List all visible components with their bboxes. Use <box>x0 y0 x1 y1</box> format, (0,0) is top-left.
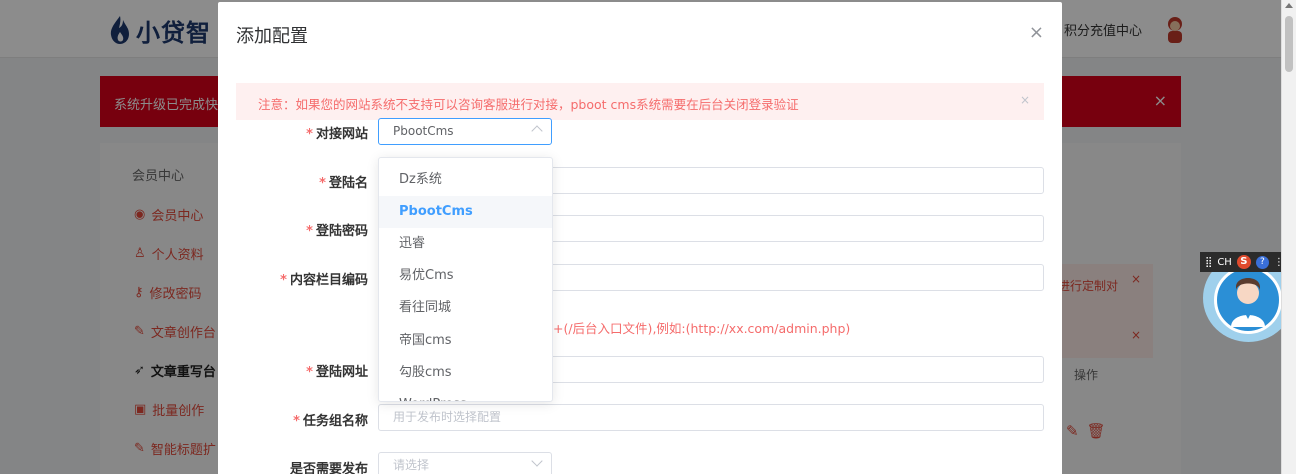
dropdown-option[interactable]: WordPress <box>379 389 552 401</box>
dialog-title: 添加配置 <box>236 26 308 47</box>
dropdown-option[interactable]: 易优Cms <box>379 260 552 292</box>
keyboard-icon: ⣿ <box>1205 256 1213 268</box>
site-select[interactable]: PbootCms <box>378 118 552 145</box>
task-group-input[interactable]: 用于发布时选择配置 <box>378 404 1044 431</box>
support-agent-icon <box>1214 266 1282 334</box>
alert-close-icon[interactable]: × <box>1020 93 1030 107</box>
dropdown-option[interactable]: 看往同城 <box>379 292 552 324</box>
help-icon[interactable]: ? <box>1255 255 1269 269</box>
agent-avatar-icon <box>1231 278 1265 327</box>
site-dropdown-menu: Dz系统 PbootCms 迅睿 易优Cms 看往同城 帝国cms 勾股cms … <box>378 157 553 402</box>
column-code-label: * 内容栏目编码 <box>280 273 368 288</box>
dropdown-option-selected[interactable]: PbootCms <box>379 196 552 228</box>
task-group-placeholder: 用于发布时选择配置 <box>393 410 502 424</box>
add-config-dialog: 添加配置 × 注意：如果您的网站系统不支持可以咨询客服进行对接，pboot cm… <box>218 2 1062 474</box>
page-scrollbar[interactable] <box>1281 0 1296 474</box>
login-password-label: * 登陆密码 <box>306 224 368 239</box>
login-url-hint: +(/后台入口文件),例如:(http://xx.com/admin.php) <box>553 321 851 336</box>
publish-placeholder: 请选择 <box>393 458 430 472</box>
dialog-close-icon[interactable]: × <box>1029 24 1044 42</box>
dropdown-option[interactable]: 帝国cms <box>379 325 552 357</box>
login-name-label: * 登陆名 <box>319 176 368 191</box>
site-select-value: PbootCms <box>393 124 454 138</box>
dropdown-option[interactable]: 迅睿 <box>379 228 552 260</box>
ime-language[interactable]: CH <box>1217 257 1232 268</box>
site-label: * 对接网站 <box>306 127 368 142</box>
scroll-thumb[interactable] <box>1285 16 1293 72</box>
login-url-label: * 登陆网址 <box>306 365 368 380</box>
publish-label: 是否需要发布 <box>289 462 368 474</box>
dropdown-option[interactable]: Dz系统 <box>379 164 552 196</box>
alert-text: 注意：如果您的网站系统不支持可以咨询客服进行对接，pboot cms系统需要在后… <box>258 97 799 112</box>
warning-alert: 注意：如果您的网站系统不支持可以咨询客服进行对接，pboot cms系统需要在后… <box>236 83 1044 120</box>
chevron-down-icon <box>531 455 543 467</box>
sogou-icon[interactable]: S <box>1236 255 1251 269</box>
dropdown-option[interactable]: 勾股cms <box>379 357 552 389</box>
task-group-label: * 任务组名称 <box>293 414 368 429</box>
publish-select[interactable]: 请选择 <box>378 452 552 474</box>
chevron-up-icon <box>531 125 543 137</box>
scroll-up-icon[interactable] <box>1285 3 1293 8</box>
